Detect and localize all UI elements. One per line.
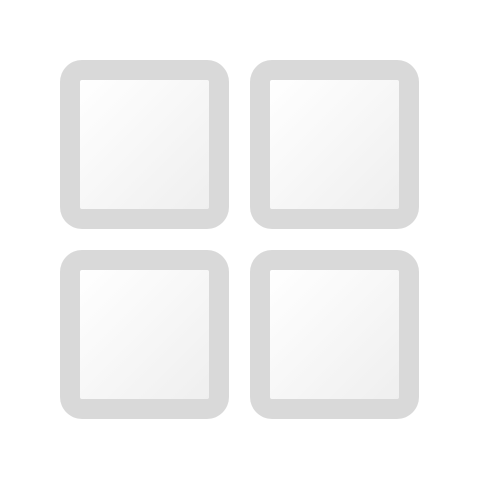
grid-view-icon xyxy=(0,0,480,480)
grid-tile-top-right xyxy=(250,60,419,229)
grid-tile-bottom-left xyxy=(60,250,229,419)
icon-canvas xyxy=(0,0,480,480)
grid-view-svg xyxy=(60,60,419,419)
grid-tile-bottom-right xyxy=(250,250,419,419)
grid-tile-top-left xyxy=(60,60,229,229)
